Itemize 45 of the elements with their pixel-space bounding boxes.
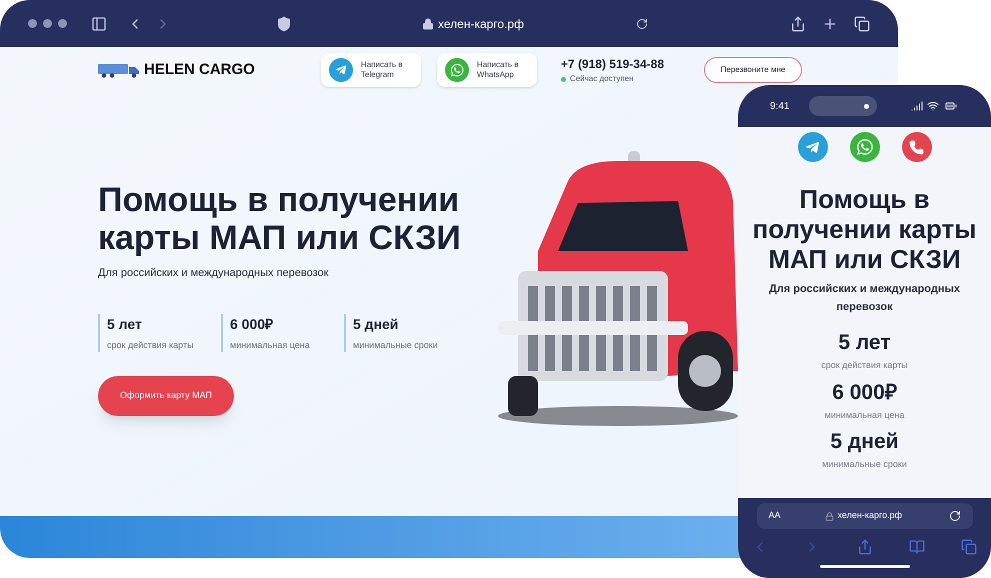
address-bar-url[interactable]: хелен-карго.рф	[438, 14, 524, 32]
availability-status: Сейчас доступен	[570, 73, 634, 85]
stat-caption: срок действия карты	[107, 338, 195, 352]
mobile-hero-subtitle: Для российских и международных перевозок	[768, 282, 962, 315]
sidebar-icon[interactable]	[91, 16, 107, 32]
phone-icon[interactable]	[902, 132, 932, 162]
mobile-url: хелен-карго.рф	[838, 509, 902, 522]
mobile-stat-value: 6 000₽	[832, 380, 897, 406]
signal-icon	[911, 100, 923, 112]
cta-button[interactable]: Оформить карту МАП	[98, 376, 234, 416]
battery-icon	[943, 100, 959, 112]
share-icon[interactable]	[790, 16, 806, 32]
paper-plane-icon[interactable]	[328, 58, 353, 82]
bookmarks-icon[interactable]	[908, 539, 925, 555]
paper-plane-icon[interactable]	[798, 132, 828, 162]
stat-value: 5 лет	[107, 314, 143, 334]
reload-icon[interactable]	[636, 18, 648, 30]
stat-value: 6 000₽	[230, 314, 274, 334]
callback-button[interactable]: Перезвоните мне	[704, 57, 802, 83]
clock-text: 9:41	[770, 100, 790, 114]
mobile-stat-value: 5 лет	[838, 330, 891, 356]
mobile-address-bar[interactable]: AA хелен-карго.рф	[756, 503, 972, 529]
new-tab-icon[interactable]	[822, 16, 838, 32]
truck-logo-icon	[98, 62, 140, 78]
hero-subtitle: Для российских и международных перевозок	[98, 266, 330, 281]
mobile-stat-value: 5 дней	[830, 429, 899, 455]
whatsapp-icon[interactable]	[444, 58, 469, 82]
messenger-link[interactable]: Написать в Telegram	[320, 53, 421, 87]
mobile-stat-caption: минимальные сроки	[822, 458, 907, 471]
lock-icon	[422, 18, 434, 30]
phone-number[interactable]: +7 (918) 519-34-88	[560, 55, 664, 73]
whatsapp-icon[interactable]	[850, 132, 880, 162]
mobile-stat-caption: срок действия карты	[821, 359, 908, 372]
stat-caption: минимальная цена	[230, 338, 311, 352]
mobile-hero-title: Помощь в получении карты МАП или СКЗИ	[752, 184, 978, 274]
hero-title: Помощь в получении карты МАП или СКЗИ	[98, 181, 462, 257]
mobile-stat-caption: минимальная цена	[824, 408, 904, 422]
stat-value: 5 дней	[353, 314, 400, 334]
text-size-button[interactable]: AA	[768, 509, 781, 523]
messenger-link[interactable]: Написать в WhatsApp	[436, 53, 537, 87]
tabs-icon[interactable]	[854, 16, 870, 32]
shield-icon[interactable]	[276, 16, 292, 32]
logo-text[interactable]: HELEN CARGO	[144, 58, 255, 82]
stat-caption: минимальные сроки	[353, 338, 439, 352]
lock-icon	[824, 512, 834, 520]
